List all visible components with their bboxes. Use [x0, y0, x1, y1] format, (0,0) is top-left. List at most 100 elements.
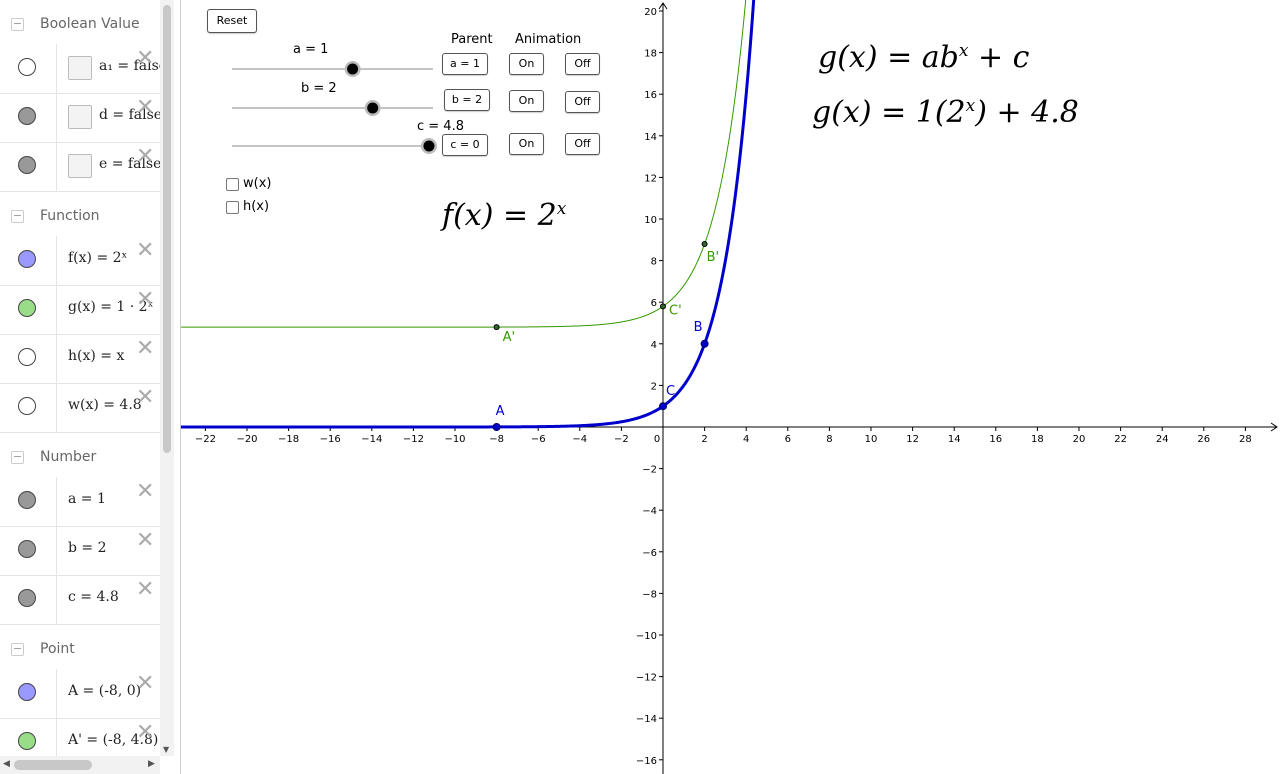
algebra-item-text[interactable]: b = 2	[68, 540, 107, 556]
slider-knob[interactable]	[423, 140, 435, 152]
algebra-item-text[interactable]: f(x) = 2ˣ	[68, 250, 127, 266]
boolean-checkbox[interactable]	[68, 105, 92, 129]
algebra-item-text[interactable]: h(x) = x	[68, 348, 124, 364]
parent-b-button[interactable]: b = 2	[444, 89, 490, 111]
reset-button[interactable]: Reset	[207, 9, 257, 33]
row-separator	[56, 236, 57, 285]
algebra-item[interactable]: a₁ = false✕	[0, 44, 160, 94]
row-separator	[56, 526, 57, 575]
animate-c-off-button[interactable]: Off	[565, 133, 600, 155]
point-C-prime[interactable]	[660, 303, 666, 310]
algebra-item[interactable]: e = false ✕	[0, 142, 160, 192]
delete-icon[interactable]: ✕	[136, 387, 154, 409]
animate-a-on-button[interactable]: On	[509, 53, 544, 75]
algebra-horizontal-scrollbar[interactable]: ◀ ▶	[0, 756, 160, 774]
visibility-toggle-icon[interactable]	[18, 732, 36, 750]
slider-knob[interactable]	[367, 102, 379, 114]
point-A-prime[interactable]	[493, 324, 500, 331]
x-tick-label: −20	[236, 434, 257, 445]
visibility-toggle-icon[interactable]	[18, 299, 36, 317]
delete-icon[interactable]: ✕	[136, 338, 154, 360]
visibility-toggle-icon[interactable]	[18, 397, 36, 415]
delete-icon[interactable]: ✕	[136, 530, 154, 552]
algebra-group-header[interactable]: − Boolean Value	[0, 4, 160, 44]
visibility-toggle-icon[interactable]	[18, 540, 36, 558]
visibility-toggle-icon[interactable]	[18, 589, 36, 607]
delete-icon[interactable]: ✕	[136, 146, 154, 168]
x-tick-label: 0	[654, 434, 660, 445]
delete-icon[interactable]: ✕	[136, 97, 154, 119]
scroll-left-arrow-icon[interactable]: ◀	[3, 759, 10, 769]
delete-icon[interactable]: ✕	[136, 240, 154, 262]
w-checkbox-label: w(x)	[243, 176, 272, 191]
point-C[interactable]	[659, 402, 667, 411]
animation-label: Animation	[515, 32, 582, 47]
collapse-group-icon[interactable]: −	[11, 643, 24, 656]
animate-b-off-button[interactable]: Off	[565, 91, 600, 113]
algebra-item[interactable]: c = 4.8 ✕	[0, 575, 160, 625]
algebra-item-text[interactable]: c = 4.8	[68, 589, 119, 605]
point-A[interactable]	[492, 423, 501, 431]
algebra-item[interactable]: d = false ✕	[0, 93, 160, 143]
point-B-prime[interactable]	[701, 240, 708, 247]
row-separator	[56, 142, 57, 191]
scrollbar-thumb[interactable]	[163, 5, 171, 453]
scroll-right-arrow-icon[interactable]: ▶	[148, 759, 155, 769]
algebra-item[interactable]: h(x) = x ✕	[0, 334, 160, 384]
collapse-group-icon[interactable]: −	[11, 18, 24, 31]
algebra-item[interactable]: w(x) = 4.8 ✕	[0, 383, 160, 433]
algebra-item-text[interactable]: A = (-8, 0)	[68, 683, 141, 699]
algebra-group-header[interactable]: − Number	[0, 437, 160, 477]
points[interactable]: A B C A' B' C'	[492, 240, 719, 431]
algebra-item[interactable]: a = 1 ✕	[0, 477, 160, 527]
algebra-item[interactable]: f(x) = 2ˣ ✕	[0, 236, 160, 286]
x-tick-label: −4	[572, 434, 587, 445]
row-separator	[56, 44, 57, 93]
visibility-toggle-icon[interactable]	[18, 683, 36, 701]
delete-icon[interactable]: ✕	[136, 289, 154, 311]
graphics-view[interactable]: −22 −20 −18 −16 −14 −12 −10 −8 −6 −4 −2 0 2 4 6 8 10 12 14…	[181, 0, 1280, 774]
boolean-checkbox[interactable]	[68, 56, 92, 80]
h-checkbox[interactable]	[226, 201, 239, 214]
point-label: B	[694, 320, 703, 335]
algebra-vertical-scrollbar[interactable]: ▼	[160, 0, 174, 756]
visibility-toggle-icon[interactable]	[18, 491, 36, 509]
visibility-toggle-icon[interactable]	[18, 250, 36, 268]
delete-icon[interactable]: ✕	[136, 481, 154, 503]
visibility-toggle-icon[interactable]	[18, 156, 36, 174]
formula-g-specific-tail: ) + 4.8	[975, 95, 1079, 130]
algebra-item[interactable]: g(x) = 1 · 2ˣ ✕	[0, 285, 160, 335]
sliders[interactable]: a = 1 b = 2 c = 4.8	[232, 42, 464, 154]
algebra-item-text[interactable]: w(x) = 4.8	[68, 397, 142, 413]
parent-c-button[interactable]: c = 0	[442, 134, 488, 156]
w-checkbox[interactable]	[226, 178, 239, 191]
scroll-down-arrow-icon[interactable]: ▼	[163, 745, 169, 754]
algebra-item[interactable]: b = 2 ✕	[0, 526, 160, 576]
scrollbar-thumb[interactable]	[14, 760, 92, 770]
algebra-item-text[interactable]: a = 1	[68, 491, 106, 507]
boolean-checkbox[interactable]	[68, 154, 92, 178]
parent-a-button[interactable]: a = 1	[442, 53, 488, 75]
algebra-group-header[interactable]: − Point	[0, 629, 160, 669]
point-B[interactable]	[700, 339, 709, 348]
point-label: C'	[669, 303, 682, 318]
delete-icon[interactable]: ✕	[136, 48, 154, 70]
animate-a-off-button[interactable]: Off	[565, 53, 600, 75]
animate-c-on-button[interactable]: On	[509, 133, 544, 155]
visibility-toggle-icon[interactable]	[18, 107, 36, 125]
visibility-toggle-icon[interactable]	[18, 348, 36, 366]
slider-knob[interactable]	[347, 63, 359, 75]
formula-g-general-text: g(x) = ab	[818, 40, 959, 75]
animate-b-on-button[interactable]: On	[509, 90, 544, 112]
delete-icon[interactable]: ✕	[136, 673, 154, 695]
algebra-group-header[interactable]: − Function	[0, 196, 160, 236]
y-tick-label: −12	[636, 673, 657, 684]
collapse-group-icon[interactable]: −	[11, 210, 24, 223]
delete-icon[interactable]: ✕	[136, 722, 154, 744]
delete-icon[interactable]: ✕	[136, 579, 154, 601]
algebra-item[interactable]: A = (-8, 0) ✕	[0, 669, 160, 719]
x-tick-label: 18	[1031, 434, 1044, 445]
x-tick-label: 4	[743, 434, 749, 445]
collapse-group-icon[interactable]: −	[11, 451, 24, 464]
visibility-toggle-icon[interactable]	[18, 58, 36, 76]
